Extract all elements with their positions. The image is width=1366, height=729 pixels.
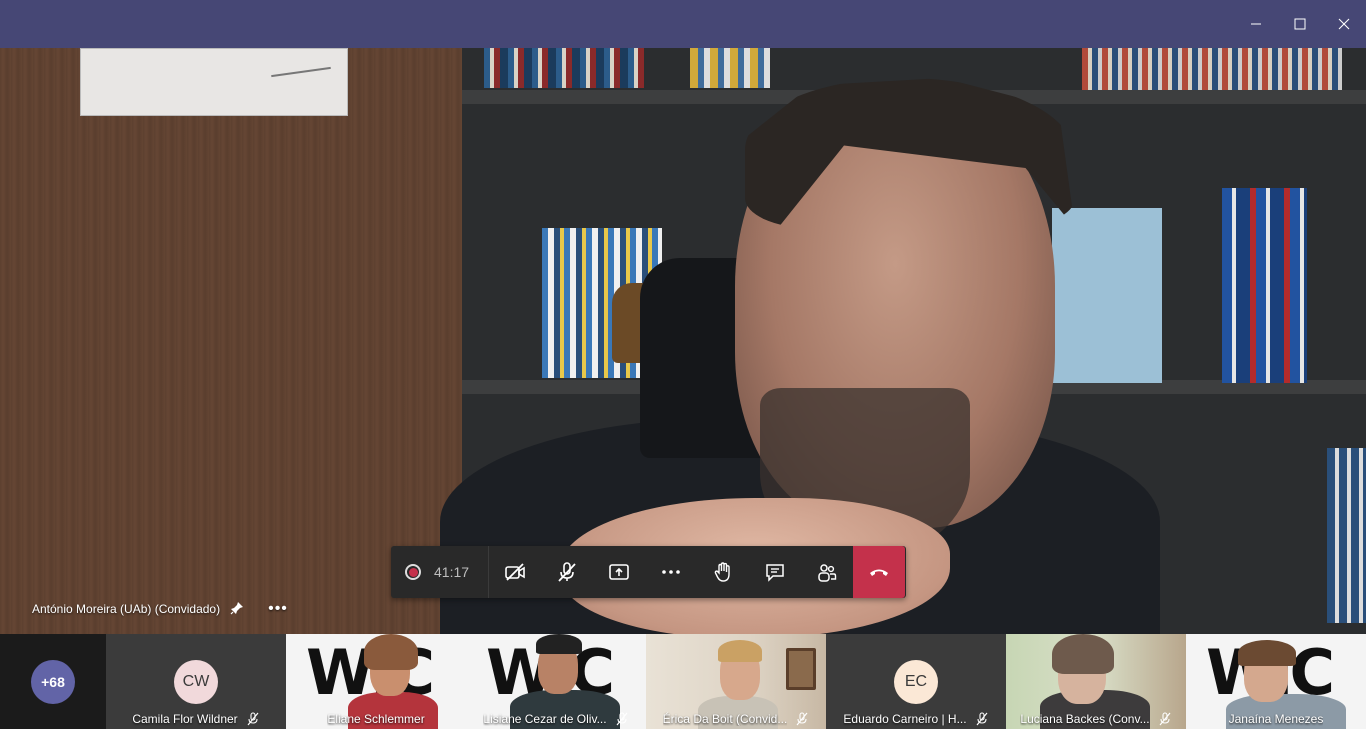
minimize-icon [1251, 23, 1261, 25]
more-actions-button[interactable] [645, 546, 697, 598]
participant-tile[interactable]: WIC Janaína Menezes [1186, 634, 1366, 729]
participant-name: Eliane Schlemmer [327, 712, 425, 726]
participant-name: Eduardo Carneiro | H... [843, 712, 967, 726]
mic-off-icon [1159, 712, 1171, 726]
participant-name: Luciana Backes (Conv... [1020, 712, 1150, 726]
mic-off-icon [796, 712, 808, 726]
participant-name: Janaína Menezes [1228, 712, 1324, 726]
pin-icon[interactable] [230, 601, 244, 618]
presenter-name-label: António Moreira (UAb) (Convidado) ••• [32, 600, 288, 618]
share-screen-icon [609, 564, 629, 580]
title-bar [0, 0, 1366, 48]
minimize-button[interactable] [1234, 0, 1278, 48]
hang-up-button[interactable] [853, 546, 905, 598]
recording-icon [405, 564, 421, 580]
overflow-count-badge: +68 [31, 659, 75, 704]
share-screen-button[interactable] [593, 546, 645, 598]
recording-timer: 41:17 [391, 546, 489, 598]
participant-tile[interactable]: Érica Da Boit (Convid... [646, 634, 826, 729]
presenter-name: António Moreira (UAb) (Convidado) [32, 602, 221, 616]
hang-up-icon [870, 569, 888, 576]
overflow-participants-tile[interactable]: +68 [0, 634, 106, 729]
more-icon [662, 570, 680, 574]
participants-icon [818, 564, 837, 582]
avatar: EC [894, 660, 938, 704]
chat-button[interactable] [749, 546, 801, 598]
camera-toggle-button[interactable] [489, 546, 541, 598]
close-icon [1338, 18, 1350, 30]
camera-off-icon [505, 563, 525, 581]
avatar: CW [174, 660, 218, 704]
participant-tile[interactable]: CW Camila Flor Wildner [106, 634, 286, 729]
participant-name: Érica Da Boit (Convid... [662, 712, 788, 726]
mic-off-icon [247, 712, 259, 726]
participant-tile[interactable]: EC Eduardo Carneiro | H... [826, 634, 1006, 729]
call-controls-bar: 41:17 [391, 546, 906, 598]
mic-off-icon [976, 712, 988, 726]
participant-name: Lisiane Cezar de Oliv... [483, 712, 607, 726]
maximize-icon [1294, 18, 1306, 30]
mic-off-icon [616, 712, 628, 726]
close-button[interactable] [1322, 0, 1366, 48]
chat-icon [766, 564, 784, 582]
video-background-poster [80, 48, 348, 116]
participant-tile[interactable]: WIC Lisiane Cezar de Oliv... [466, 634, 646, 729]
mic-off-icon [558, 562, 576, 582]
call-timer: 41:17 [434, 564, 470, 580]
mic-toggle-button[interactable] [541, 546, 593, 598]
participant-tile[interactable]: WIC Eliane Schlemmer [286, 634, 466, 729]
maximize-button[interactable] [1278, 0, 1322, 48]
participant-name: Camila Flor Wildner [132, 712, 238, 726]
raise-hand-icon [714, 562, 730, 582]
participant-tile[interactable]: Luciana Backes (Conv... [1006, 634, 1186, 729]
raise-hand-button[interactable] [697, 546, 749, 598]
participants-button[interactable] [801, 546, 853, 598]
presenter-more-options-button[interactable]: ••• [268, 600, 288, 618]
participant-gallery: +68 CW Camila Flor Wildner WIC Eliane Sc… [0, 634, 1366, 729]
